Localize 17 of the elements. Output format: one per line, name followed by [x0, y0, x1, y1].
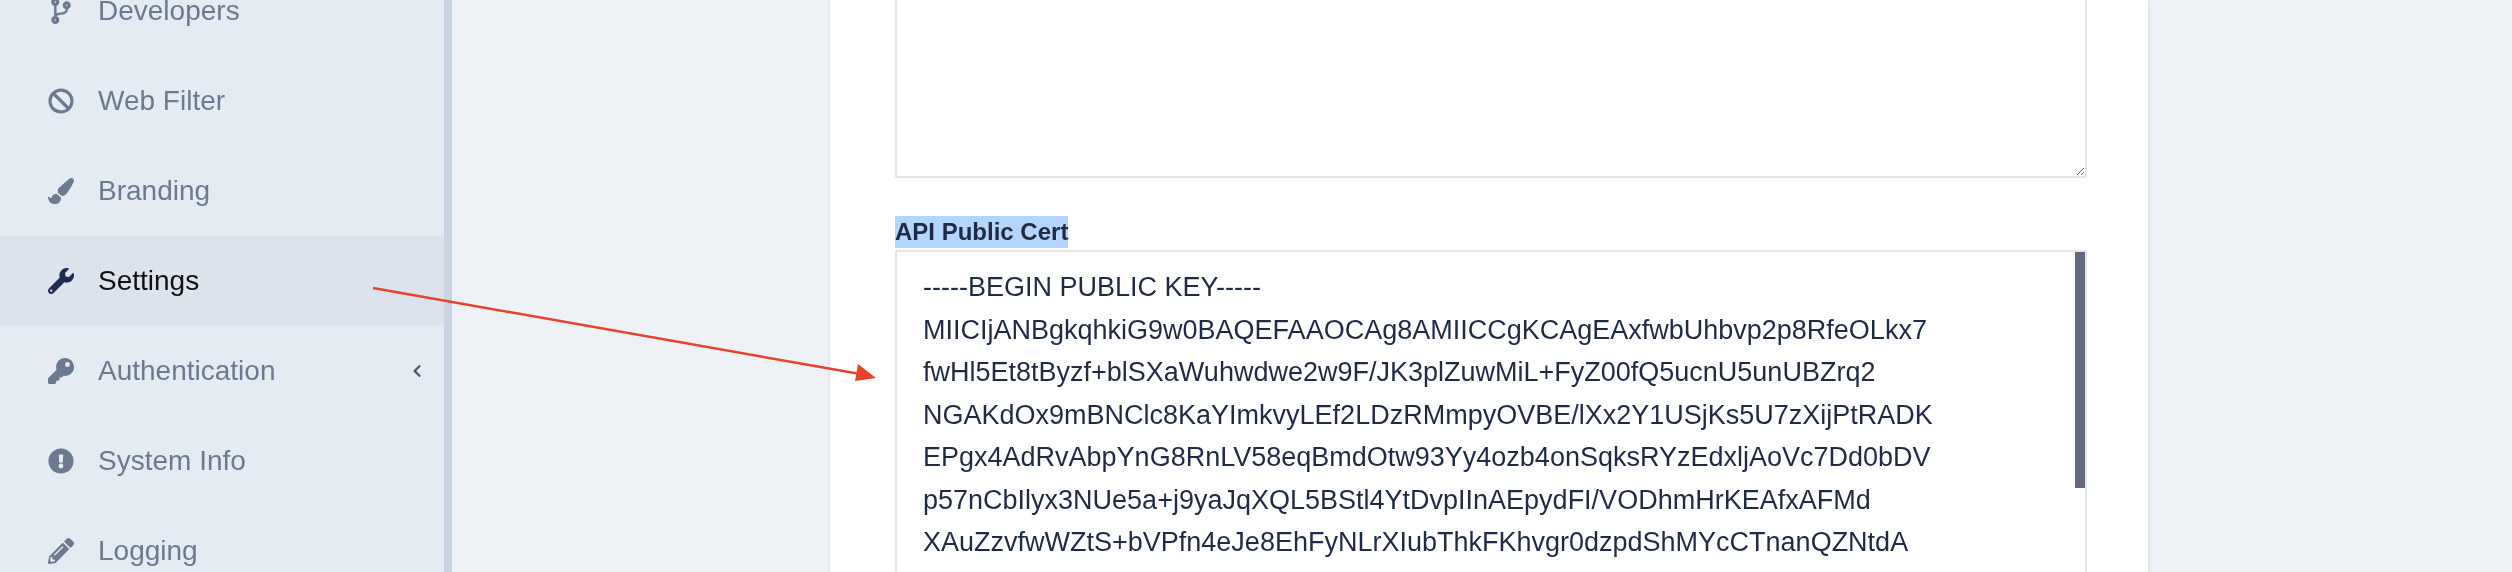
sidebar-item[interactable]: Settings	[0, 236, 444, 326]
sidebar-item[interactable]: Developers	[0, 0, 444, 56]
sidebar-item[interactable]: Web Filter	[0, 56, 444, 146]
text-area[interactable]	[895, 0, 2087, 178]
sidebar-item[interactable]: Authentication	[0, 326, 444, 416]
key-icon	[46, 358, 76, 384]
sidebar-item[interactable]: System Info	[0, 416, 444, 506]
wrench-icon	[46, 268, 76, 294]
ban-icon	[46, 88, 76, 114]
brush-icon	[46, 178, 76, 204]
field-label: API Public Cert	[895, 216, 1069, 248]
sidebar-item[interactable]: Logging	[0, 506, 444, 572]
scrollbar-thumb[interactable]	[2075, 252, 2085, 488]
pencil-icon	[46, 538, 76, 564]
exclamation-icon	[46, 448, 76, 474]
cert-field[interactable]: -----BEGIN PUBLIC KEY----- MIICIjANBgkqhkiG9w0BAQEFAAOCAg8AMIICCgKCAgEAxfwbUhbvp2p8RfeOLkx7 fwHl5Et8tByzf+blSXaWuhwdwe2w9F/JK3plZuwMiL+FyZ00fQ5ucnU5unUBZrq2 NGAKdOx9mBNClc8KaYImkvyLEf2LDzRMmpyOVBE/lXx2Y1USjKs5U7zXijPtRADK EPgx4AdRvAbpYnG8RnLV58eqBmdOtw93Yy4ozb4onSqksRYzEdxljAoVc7Dd0bDV p57nCbIlyx3NUe5a+j9yaJqXQL5BStl4YtDvpIInAEpydFI/VODhmHrKEAfxAFMd XAuZzvfwWZtS+bVPfn4eJe8EhFyNLrXIubThkFKhvgr0dzpdShMYcCTnanQZNtdA	[895, 250, 2087, 572]
sidebar-item[interactable]: Branding	[0, 146, 444, 236]
